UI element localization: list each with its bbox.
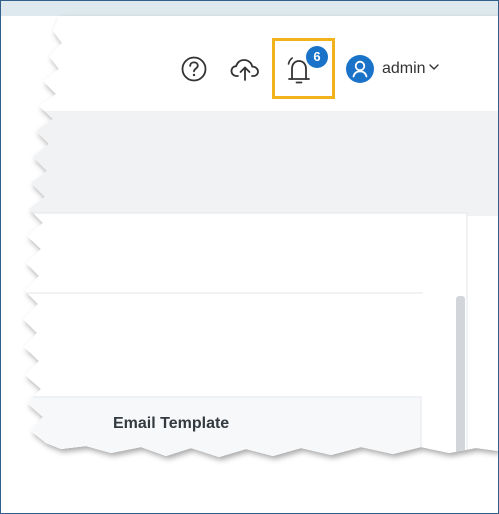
page-band (23, 111, 498, 216)
help-icon[interactable] (180, 55, 208, 83)
screenshot-frame: 6 admin Email Template (0, 0, 499, 514)
chevron-down-icon (428, 60, 440, 78)
vertical-scrollbar[interactable] (456, 296, 465, 466)
top-strip (1, 1, 498, 16)
notification-badge[interactable]: 6 (306, 46, 328, 68)
user-menu[interactable]: admin (382, 58, 440, 80)
avatar[interactable] (346, 55, 374, 83)
user-name: admin (382, 60, 426, 77)
user-icon (352, 60, 368, 78)
cloud-upload-icon[interactable] (229, 55, 261, 83)
email-template-column-header: Email Template (113, 415, 230, 432)
